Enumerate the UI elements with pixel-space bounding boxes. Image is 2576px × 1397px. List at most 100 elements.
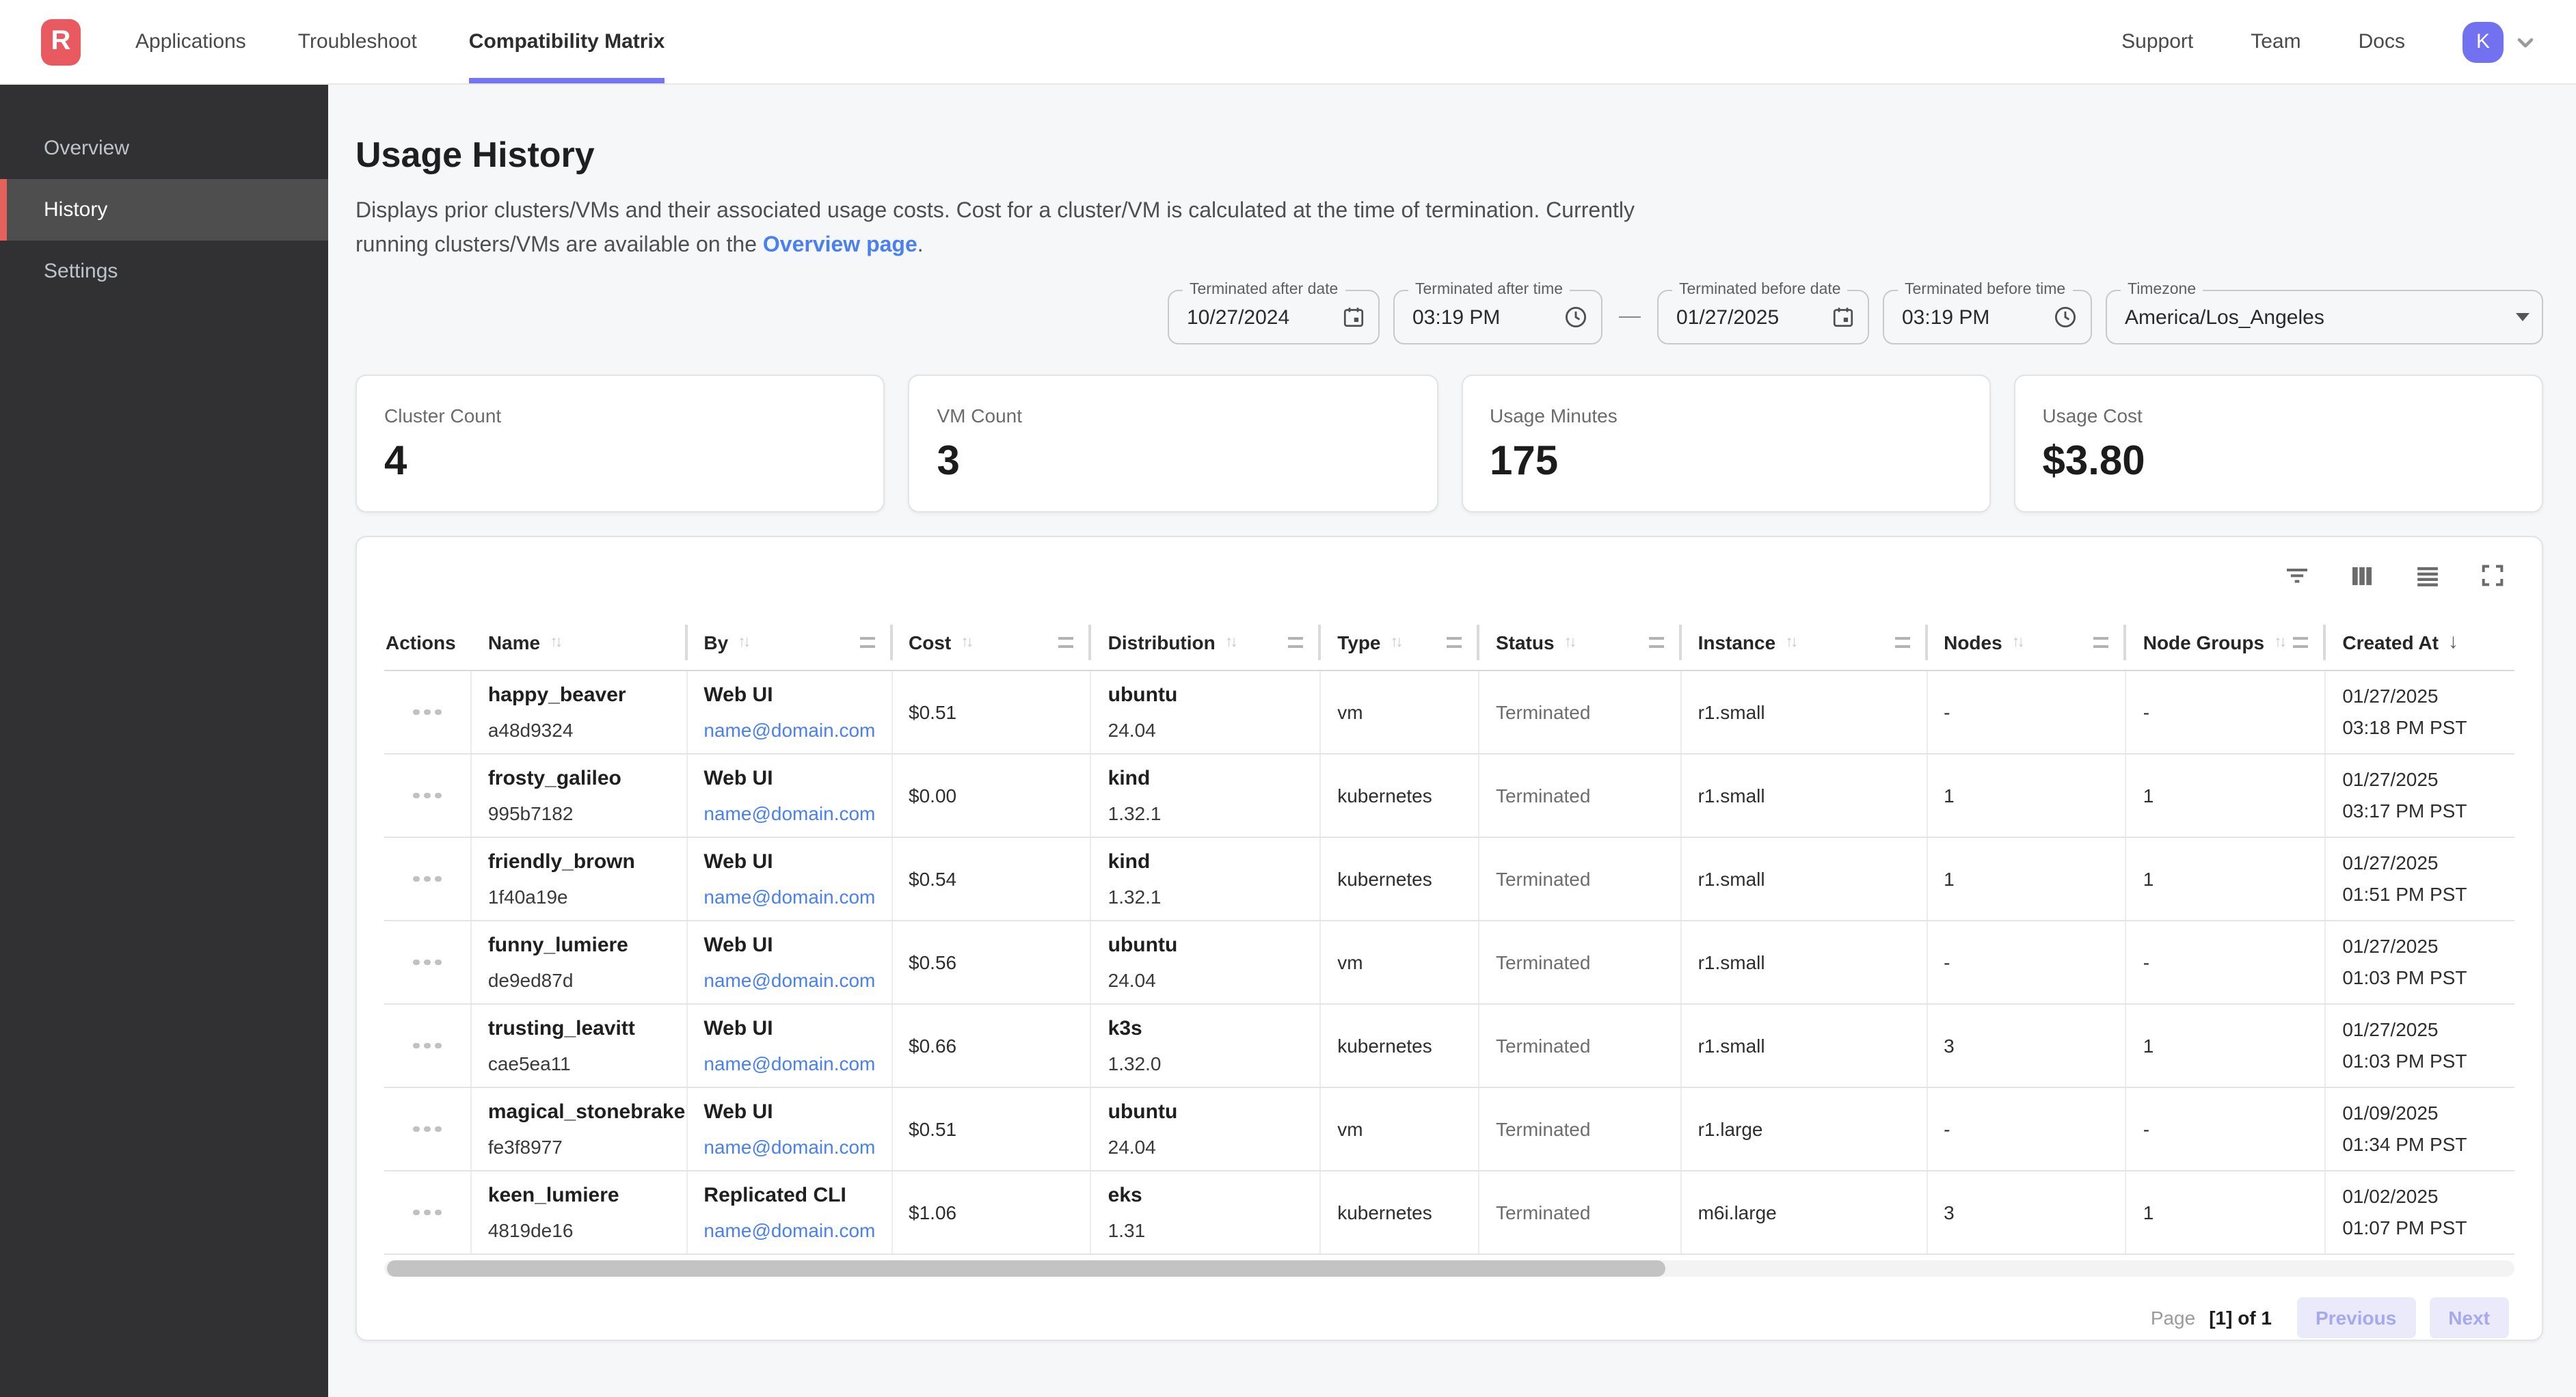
row-actions-button[interactable] — [405, 1202, 449, 1224]
nav-item-applications[interactable]: Applications — [135, 0, 246, 83]
column-header-nodes[interactable]: Nodes↑↓ — [1927, 614, 2127, 670]
created-time: 03:17 PM PST — [2342, 798, 2514, 824]
row-actions-button[interactable] — [405, 701, 449, 724]
column-header-distribution[interactable]: Distribution↑↓ — [1092, 614, 1321, 670]
column-header-created_at[interactable]: Created At↓ — [2326, 614, 2514, 670]
nav-item-docs[interactable]: Docs — [2359, 0, 2405, 84]
created-time: 01:03 PM PST — [2342, 965, 2514, 991]
nav-item-troubleshoot[interactable]: Troubleshoot — [298, 0, 417, 83]
stat-label: Usage Minutes — [1490, 405, 1962, 426]
nav-item-support[interactable]: Support — [2121, 0, 2193, 84]
column-header-name[interactable]: Name↑↓ — [472, 614, 688, 670]
email-link[interactable]: name@domain.com — [703, 886, 891, 908]
column-menu-icon[interactable] — [1894, 636, 1909, 647]
column-menu-icon[interactable] — [1059, 636, 1074, 647]
row-actions-button[interactable] — [405, 951, 449, 974]
cell-nodes: 3 — [1927, 1171, 2127, 1253]
column-menu-icon[interactable] — [859, 636, 874, 647]
terminated-after-date-field[interactable]: Terminated after date — [1168, 290, 1380, 344]
field-label: Terminated after date — [1183, 282, 1345, 298]
cell-instance: r1.small — [1682, 921, 1928, 1003]
terminated-after-time-field[interactable]: Terminated after time — [1393, 290, 1602, 344]
column-header-by[interactable]: By↑↓ — [687, 614, 892, 670]
dot-icon — [413, 1210, 419, 1216]
avatar[interactable]: K — [2463, 21, 2504, 62]
email-link[interactable]: name@domain.com — [703, 1053, 891, 1074]
horizontal-scrollbar[interactable] — [384, 1260, 2514, 1277]
cell-created_at: 01/27/202501:51 PM PST — [2326, 838, 2514, 920]
columns-icon[interactable] — [2348, 561, 2376, 590]
sidebar-item-history[interactable]: History — [0, 179, 328, 241]
distribution-version: 24.04 — [1108, 719, 1320, 741]
email-link[interactable]: name@domain.com — [703, 969, 891, 991]
row-actions-button[interactable] — [405, 868, 449, 891]
sort-desc-icon: ↓ — [2448, 630, 2458, 653]
column-label: Instance — [1698, 631, 1776, 653]
column-menu-icon[interactable] — [2293, 636, 2308, 647]
dot-icon — [413, 876, 419, 882]
email-link[interactable]: name@domain.com — [703, 719, 891, 741]
status-value: Terminated — [1496, 868, 1680, 890]
filter-icon[interactable] — [2283, 562, 2311, 589]
column-menu-icon[interactable] — [1288, 636, 1303, 647]
clock-icon[interactable] — [1563, 304, 1589, 330]
replicated-logo[interactable]: R — [41, 18, 81, 65]
column-label: Node Groups — [2143, 631, 2264, 653]
clock-icon[interactable] — [2052, 304, 2078, 330]
fullscreen-icon[interactable] — [2479, 562, 2506, 589]
sidebar-item-overview[interactable]: Overview — [0, 118, 328, 179]
created-by-source: Web UI — [703, 934, 891, 957]
created-time: 01:03 PM PST — [2342, 1048, 2514, 1074]
dot-icon — [413, 960, 419, 966]
nav-item-team[interactable]: Team — [2251, 0, 2300, 84]
sidebar: Overview History Settings — [0, 85, 328, 1397]
nodes-value: 1 — [1944, 785, 2125, 806]
column-menu-icon[interactable] — [1447, 636, 1462, 647]
column-menu-icon[interactable] — [2094, 636, 2109, 647]
cell-status: Terminated — [1479, 755, 1682, 837]
calendar-icon[interactable] — [1831, 305, 1855, 329]
row-actions-button[interactable] — [405, 1118, 449, 1141]
column-menu-icon[interactable] — [1649, 636, 1664, 647]
scrollbar-thumb[interactable] — [387, 1260, 1665, 1277]
calendar-icon[interactable] — [1341, 305, 1366, 329]
timezone-input[interactable] — [2107, 291, 2542, 343]
distribution-name: eks — [1108, 1184, 1320, 1207]
column-header-type[interactable]: Type↑↓ — [1321, 614, 1479, 670]
distribution-version: 24.04 — [1108, 969, 1320, 991]
nodes-value: - — [1944, 951, 2125, 973]
density-icon[interactable] — [2413, 561, 2442, 590]
cell-name: magical_stonebrakerfe3f8977 — [472, 1088, 688, 1170]
nodes-value: - — [1944, 701, 2125, 723]
sidebar-item-settings[interactable]: Settings — [0, 241, 328, 302]
terminated-before-time-field[interactable]: Terminated before time — [1883, 290, 2092, 344]
email-link[interactable]: name@domain.com — [703, 802, 891, 824]
row-actions-button[interactable] — [405, 1035, 449, 1057]
chevron-down-icon[interactable] — [2513, 29, 2538, 54]
account-menu[interactable]: K — [2463, 21, 2538, 62]
nodes-value: 3 — [1944, 1035, 2125, 1057]
dropdown-caret-icon[interactable] — [2516, 313, 2530, 321]
timezone-select[interactable]: Timezone — [2106, 290, 2543, 344]
next-page-button[interactable]: Next — [2429, 1297, 2509, 1338]
email-link[interactable]: name@domain.com — [703, 1136, 891, 1158]
column-header-node_groups[interactable]: Node Groups↑↓ — [2127, 614, 2326, 670]
email-link[interactable]: name@domain.com — [703, 1219, 891, 1241]
instance-value: r1.small — [1698, 701, 1927, 723]
column-header-actions: Actions — [384, 614, 472, 670]
column-label: Name — [488, 631, 540, 653]
cell-distribution: eks1.31 — [1092, 1171, 1321, 1253]
cost-value: $0.56 — [909, 951, 1090, 973]
terminated-before-date-field[interactable]: Terminated before date — [1657, 290, 1869, 344]
sort-icon: ↑↓ — [738, 634, 748, 650]
row-actions-button[interactable] — [405, 785, 449, 807]
column-header-status[interactable]: Status↑↓ — [1479, 614, 1682, 670]
column-header-cost[interactable]: Cost↑↓ — [892, 614, 1092, 670]
distribution-name: ubuntu — [1108, 1100, 1320, 1124]
column-header-instance[interactable]: Instance↑↓ — [1682, 614, 1928, 670]
stat-card-cluster-count: Cluster Count 4 — [355, 375, 885, 513]
previous-page-button[interactable]: Previous — [2296, 1297, 2415, 1338]
overview-page-link[interactable]: Overview page — [763, 234, 917, 257]
column-label: Nodes — [1944, 631, 2002, 653]
nav-item-compatibility-matrix[interactable]: Compatibility Matrix — [469, 0, 665, 83]
